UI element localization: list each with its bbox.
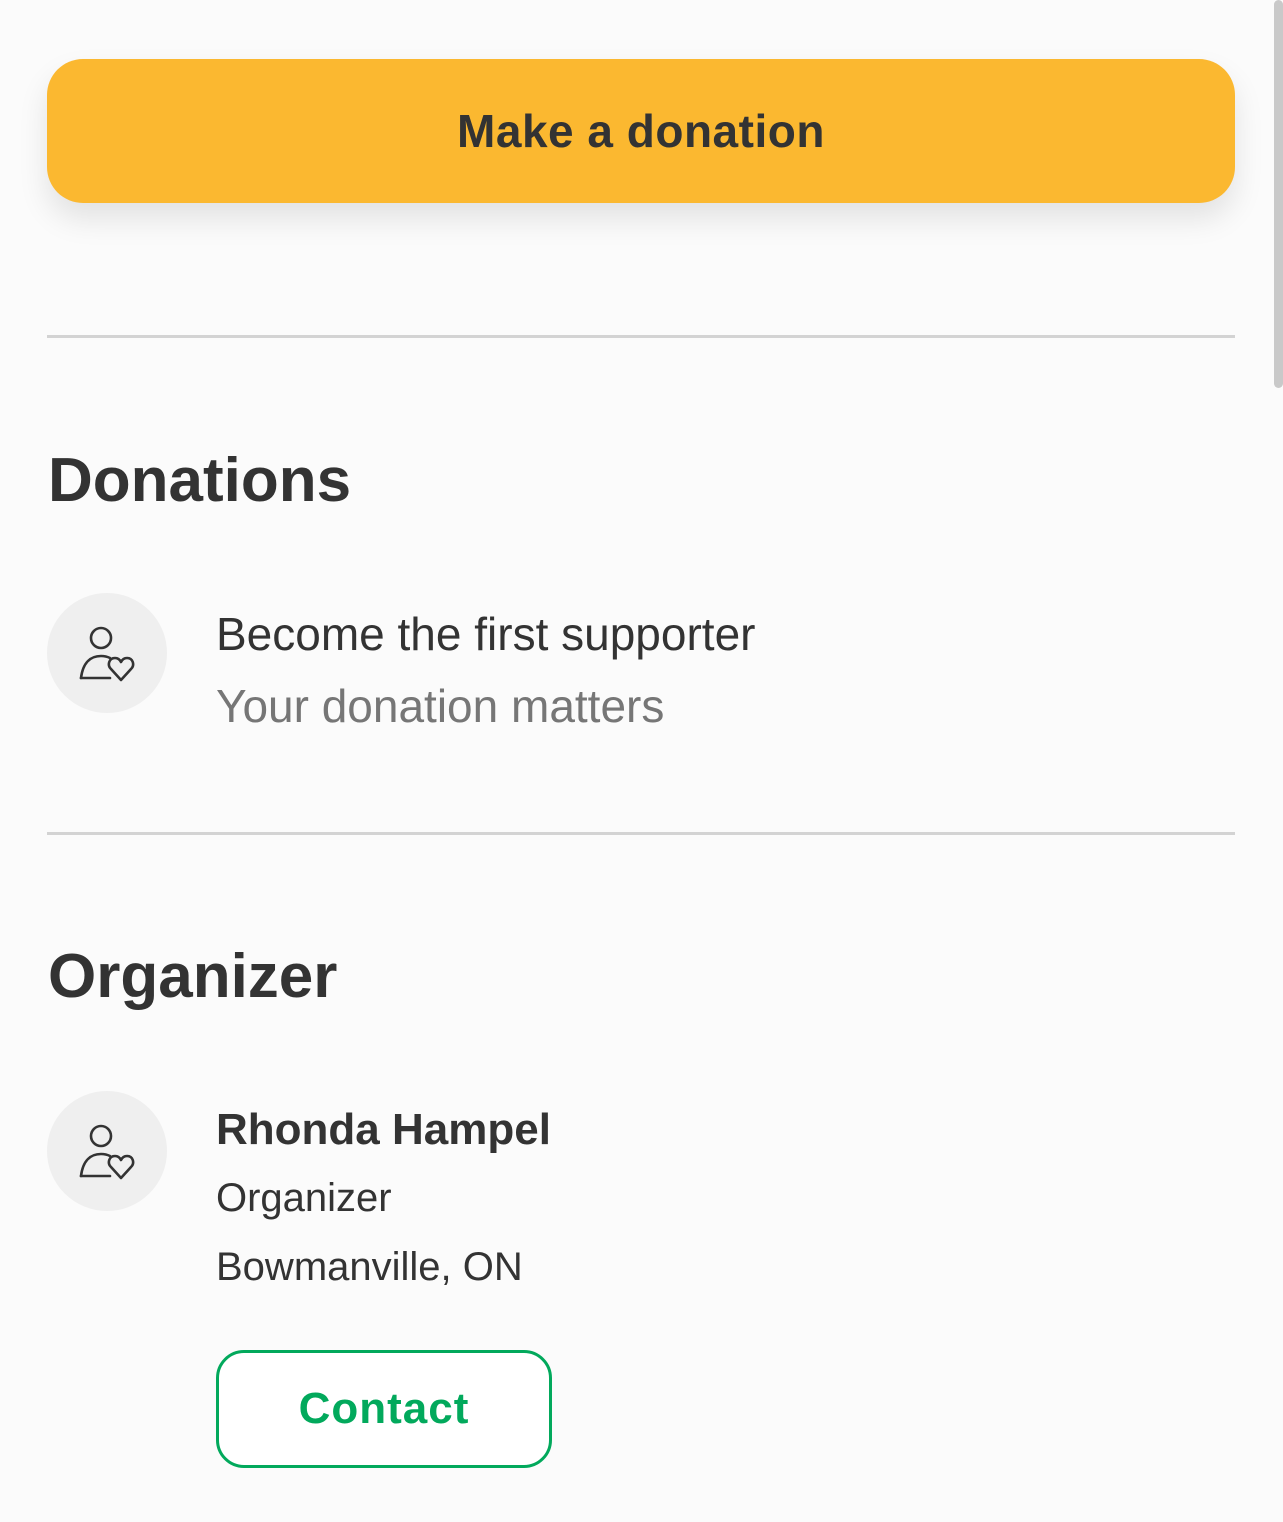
person-heart-icon [79,626,135,682]
contact-button[interactable]: Contact [216,1350,552,1468]
divider [47,832,1235,835]
organizer-avatar [47,1091,167,1211]
make-donation-button[interactable]: Make a donation [47,59,1235,203]
person-heart-icon [79,1124,135,1180]
donations-heading: Donations [48,446,352,515]
donations-empty-title: Become the first supporter [216,608,756,660]
divider [47,335,1235,338]
donations-empty-subtitle: Your donation matters [216,680,665,732]
supporter-avatar [47,593,167,713]
organizer-name: Rhonda Hampel [216,1105,551,1154]
organizer-heading: Organizer [48,942,338,1011]
organizer-location: Bowmanville, ON [216,1245,523,1289]
scrollbar-thumb[interactable] [1274,0,1283,388]
organizer-role: Organizer [216,1176,392,1220]
